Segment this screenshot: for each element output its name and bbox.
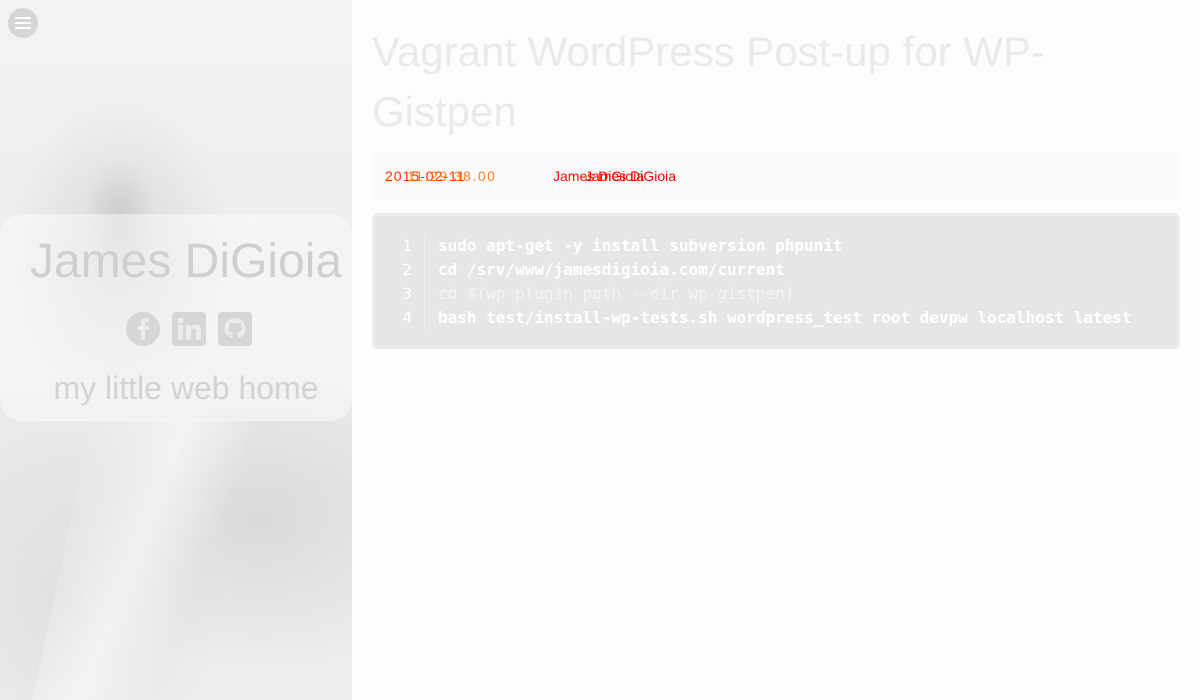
code-line: 2 cd /srv/www/jamesdigioia.com/current xyxy=(372,258,1180,282)
linkedin-link[interactable] xyxy=(170,310,208,348)
facebook-icon xyxy=(126,312,160,346)
code-text: sudo apt-get -y install subversion phpun… xyxy=(438,236,843,255)
post-meta-overlap: 2015-02-11 11:29:38.00 James DiGioia Jam… xyxy=(385,167,785,187)
code-text: cd $(wp plugin path --dir wp-gistpen) xyxy=(438,284,795,303)
code-line: 3 cd $(wp plugin path --dir wp-gistpen) xyxy=(372,282,1180,306)
site-tagline: my little web home xyxy=(53,370,319,406)
github-link[interactable] xyxy=(216,310,254,348)
menu-icon xyxy=(15,17,31,29)
line-number: 4 xyxy=(402,308,412,327)
code-block[interactable]: 1 sudo apt-get -y install subversion php… xyxy=(372,213,1180,349)
post-meta: 2015-02-11 11:29:38.00 James DiGioia Jam… xyxy=(372,153,1180,199)
social-links xyxy=(124,310,254,348)
github-icon xyxy=(218,312,252,346)
menu-button[interactable] xyxy=(8,8,38,38)
linkedin-icon xyxy=(172,312,206,346)
line-number: 2 xyxy=(402,260,412,279)
background-path xyxy=(28,420,252,700)
line-number: 1 xyxy=(402,236,412,255)
post-time: 11:29:38.00 xyxy=(407,168,497,184)
code-text: cd /srv/www/jamesdigioia.com/current xyxy=(438,260,785,279)
facebook-link[interactable] xyxy=(124,310,162,348)
code-line: 1 sudo apt-get -y install subversion php… xyxy=(372,234,1180,258)
line-number: 3 xyxy=(402,284,412,303)
sidebar xyxy=(0,0,352,700)
post-title[interactable]: Vagrant WordPress Post-up for WP-Gistpen xyxy=(372,22,1152,142)
code-line: 4 bash test/install-wp-tests.sh wordpres… xyxy=(372,306,1180,330)
code-text: bash test/install-wp-tests.sh wordpress_… xyxy=(438,308,1132,327)
post-author-echo: James DiGioia xyxy=(585,168,677,184)
site-title[interactable]: James DiGioia xyxy=(0,232,372,292)
